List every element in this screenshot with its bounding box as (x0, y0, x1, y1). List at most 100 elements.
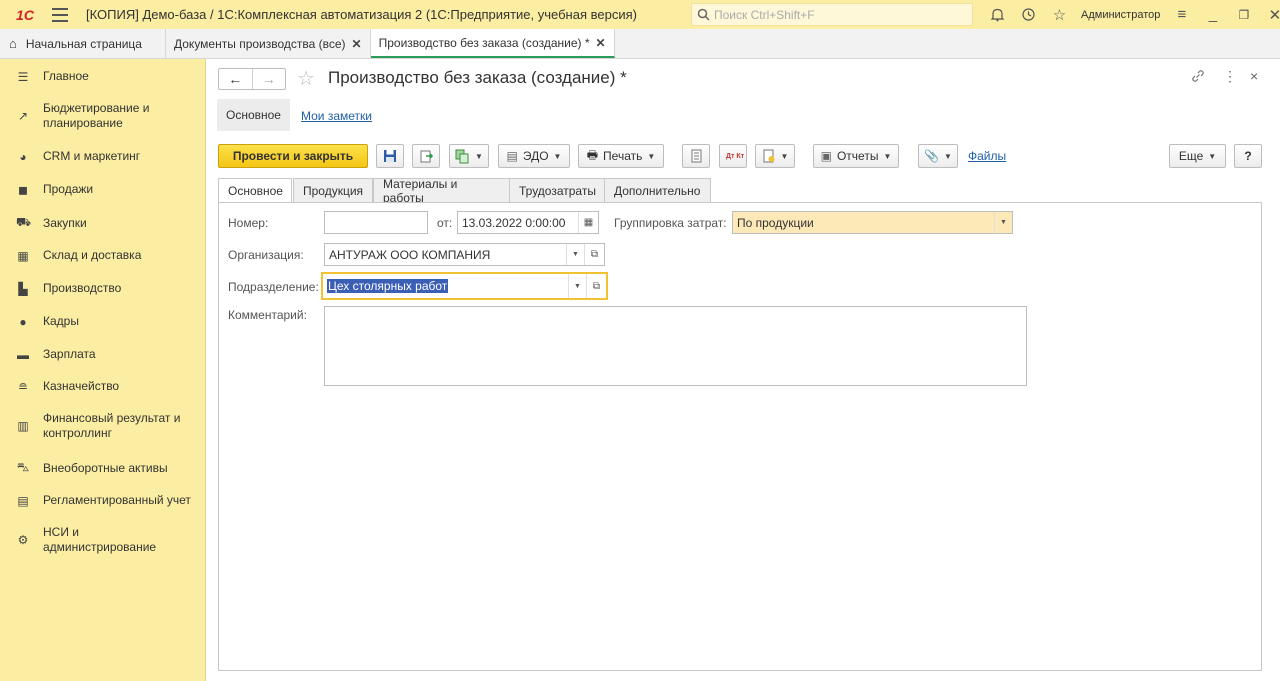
post-and-close-button[interactable]: Провести и закрыть (218, 144, 368, 168)
attach-file-button[interactable]: 📎 ▼ (918, 144, 958, 168)
open-icon[interactable]: ⧉ (586, 274, 606, 298)
sidebar-item-hr[interactable]: ● Кадры (0, 314, 206, 329)
list-document-icon (691, 149, 701, 163)
cart-icon: ⛟ (16, 215, 32, 229)
organization-field[interactable]: АНТУРАЖ ООО КОМПАНИЯ ▼ ⧉ (324, 243, 605, 266)
form-tab-labor[interactable]: Трудозатраты (509, 178, 605, 203)
sidebar-item-crm[interactable]: ◕ CRM и маркетинг (0, 149, 206, 164)
sidebar-item-warehouse[interactable]: ▦ Склад и доставка (0, 248, 206, 263)
open-tabs-bar: ⌂ Начальная страница Документы производс… (0, 29, 1280, 59)
edo-button[interactable]: ▤ ЭДО ▼ (498, 144, 570, 168)
close-tab-icon[interactable]: ✕ (596, 36, 606, 50)
search-icon (697, 8, 710, 21)
settings-lines-icon[interactable]: ≡ (1166, 0, 1197, 29)
sidebar-item-main[interactable]: ☰ Главное (0, 69, 206, 84)
tab-label: Начальная страница (25, 36, 142, 51)
sidebar-item-admin[interactable]: ⚙ НСИ и администрирование (0, 525, 206, 555)
department-field[interactable]: Цех столярных работ ▼ ⧉ (321, 272, 608, 300)
tab-home[interactable]: ⌂ Начальная страница (0, 29, 166, 58)
sidebar-item-treasury[interactable]: ≘ Казначейство (0, 379, 206, 394)
chevron-down-icon[interactable]: ▼ (566, 244, 584, 265)
bell-icon[interactable] (982, 0, 1013, 29)
date-label: от: (437, 216, 453, 230)
print-button[interactable]: 🖶 Печать ▼ (578, 144, 664, 168)
chevron-down-icon: ▼ (780, 151, 789, 161)
sidebar-item-label: Производство (43, 281, 122, 295)
document-structure-button[interactable] (682, 144, 710, 168)
form-tab-materials[interactable]: Материалы и работы (373, 177, 510, 205)
sidebar-item-budget[interactable]: ↗ Бюджетирование и планирование (0, 101, 206, 131)
sidebar-item-sales[interactable]: ◼ Продажи (0, 182, 206, 197)
page-title: Производство без заказа (создание) * (328, 68, 627, 87)
money-card-icon: ▬ (17, 347, 29, 362)
tab-label: Документы производства (все) (174, 36, 346, 51)
link-icon[interactable] (1190, 68, 1206, 87)
tab-label: Производство без заказа (создание) * (378, 35, 590, 50)
sidebar-item-fixed-assets[interactable]: ⛍ Внеоборотные активы (0, 460, 206, 476)
history-icon[interactable] (1013, 0, 1044, 29)
close-tab-icon[interactable]: ✕ (352, 37, 362, 51)
create-based-on-button[interactable]: ▼ (449, 144, 489, 168)
save-button[interactable] (376, 144, 404, 168)
chevron-down-icon: ▼ (883, 151, 892, 161)
document-edit-icon (763, 149, 775, 163)
chevron-down-icon[interactable]: ▼ (568, 274, 586, 298)
close-form-icon[interactable]: × (1250, 68, 1258, 84)
back-arrow-icon[interactable]: ← (219, 69, 252, 89)
form-tab-products[interactable]: Продукция (293, 178, 373, 203)
printer-icon: 🖶 (586, 147, 599, 162)
subnav-my-notes[interactable]: Мои заметки (301, 109, 372, 123)
form-tab-additional[interactable]: Дополнительно (604, 178, 711, 203)
paperclip-icon: 📎 (924, 149, 940, 163)
attachments-doc-button[interactable]: ▼ (755, 144, 795, 168)
username[interactable]: Администратор (1081, 9, 1160, 21)
sidebar-item-salary[interactable]: ▬ Зарплата (0, 347, 206, 362)
forward-arrow-icon[interactable]: → (251, 69, 286, 89)
open-icon[interactable]: ⧉ (584, 244, 604, 265)
budget-chart-icon: ↗ (17, 109, 29, 123)
search-input[interactable]: Поиск Ctrl+Shift+F (691, 3, 973, 26)
form-tab-main[interactable]: Основное (218, 178, 292, 203)
edo-label: ЭДО (522, 149, 549, 163)
calendar-icon[interactable]: ▦ (578, 212, 598, 233)
close-window-icon[interactable]: ✕ (1259, 0, 1280, 29)
sidebar: ☰ Главное ↗ Бюджетирование и планировани… (0, 59, 206, 681)
search-placeholder: Поиск Ctrl+Shift+F (714, 7, 815, 22)
cost-grouping-select[interactable]: По продукции ▼ (732, 211, 1013, 234)
department-value: Цех столярных работ (327, 279, 449, 293)
main-menu-icon[interactable] (52, 7, 68, 22)
dt-kt-button[interactable]: Дт Кт (719, 144, 747, 168)
save-icon (384, 150, 396, 162)
help-button[interactable]: ? (1234, 144, 1262, 168)
chevron-down-icon[interactable]: ▼ (994, 212, 1012, 233)
sidebar-item-label: Регламентированный учет (43, 493, 191, 507)
sidebar-item-production[interactable]: ▙ Производство (0, 281, 206, 296)
menu-lines-icon: ☰ (17, 69, 29, 84)
subnav-main[interactable]: Основное (217, 99, 290, 131)
edo-icon: ▤ (506, 149, 518, 163)
post-button[interactable] (412, 144, 440, 168)
sidebar-item-finance[interactable]: ▥ Финансовый результат и контроллинг (0, 411, 206, 441)
more-vertical-icon[interactable]: ⋮ (1223, 68, 1237, 85)
sidebar-item-label: Продажи (43, 182, 94, 196)
tab-production-documents[interactable]: Документы производства (все) ✕ (166, 29, 371, 58)
sidebar-item-regulated-accounting[interactable]: ▤ Регламентированный учет (0, 493, 206, 508)
minimize-icon[interactable]: _ (1197, 0, 1228, 29)
date-field[interactable]: 13.03.2022 0:00:00 ▦ (457, 211, 599, 234)
bar-chart-icon: ▥ (17, 419, 29, 433)
favorite-star-icon[interactable]: ☆ (297, 66, 315, 91)
reports-button[interactable]: ▣ Отчеты ▼ (813, 144, 899, 168)
tab-production-no-order[interactable]: Производство без заказа (создание) * ✕ (370, 29, 615, 58)
sidebar-item-label: Финансовый результат и контроллинг (43, 411, 181, 440)
comment-textarea[interactable] (324, 306, 1027, 386)
comment-label: Комментарий: (228, 308, 307, 322)
sidebar-item-label: Зарплата (43, 347, 96, 361)
more-button[interactable]: Еще ▼ (1169, 144, 1226, 168)
files-link[interactable]: Файлы (968, 149, 1006, 163)
restore-icon[interactable]: ❐ (1228, 0, 1259, 29)
organization-label: Организация: (228, 248, 304, 262)
department-label: Подразделение: (228, 280, 319, 294)
sidebar-item-purchases[interactable]: ⛟ Закупки (0, 215, 206, 231)
favorites-star-icon[interactable]: ☆ (1044, 0, 1075, 29)
number-field[interactable] (324, 211, 428, 234)
